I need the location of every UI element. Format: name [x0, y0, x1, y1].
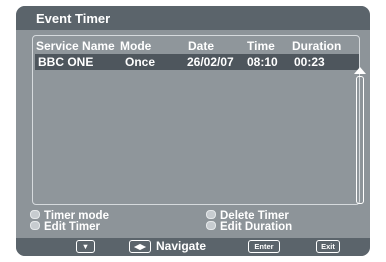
timer-list-panel: Service Name Mode Date Time Duration BBC…	[32, 35, 366, 205]
table-header: Service Name Mode Date Time Duration	[36, 39, 356, 53]
cell-mode: Once	[125, 55, 156, 69]
column-header-mode: Mode	[120, 39, 152, 53]
cell-date: 26/02/07	[187, 55, 234, 69]
red-button-icon	[30, 210, 40, 219]
legend-edit-duration: Edit Duration	[206, 221, 292, 233]
column-header-time: Time	[247, 39, 275, 53]
scrollbar[interactable]	[354, 67, 366, 204]
window-title: Event Timer	[36, 11, 111, 26]
down-key-icon[interactable]: ▼	[76, 240, 95, 253]
legend-edit-timer: Edit Timer	[30, 221, 100, 233]
enter-key[interactable]: Enter	[248, 240, 280, 253]
title-bar: Event Timer	[16, 6, 370, 30]
scroll-up-arrow-icon[interactable]	[354, 67, 366, 74]
cell-time: 08:10	[247, 55, 278, 69]
legend-edit-duration-label: Edit Duration	[220, 221, 293, 233]
table-row[interactable]: BBC ONE Once 26/02/07 08:10 00:23	[35, 54, 359, 70]
navigate-label: Navigate	[156, 239, 207, 253]
column-header-service-name: Service Name	[36, 39, 115, 53]
blue-button-icon	[206, 221, 216, 230]
navigate-key-icon[interactable]: ◀▶	[129, 240, 151, 253]
exit-key[interactable]: Exit	[316, 240, 340, 253]
column-header-duration: Duration	[292, 39, 342, 53]
cell-service: BBC ONE	[38, 55, 94, 69]
column-header-date: Date	[188, 39, 215, 53]
legend-edit-timer-label: Edit Timer	[44, 221, 101, 233]
green-button-icon	[30, 221, 40, 230]
cell-duration: 00:23	[294, 55, 325, 69]
event-timer-screen: Event Timer Service Name Mode Date Time …	[16, 6, 370, 256]
yellow-button-icon	[206, 210, 216, 219]
footer-bar: ▼ ◀▶ Navigate Enter Exit	[16, 238, 370, 256]
